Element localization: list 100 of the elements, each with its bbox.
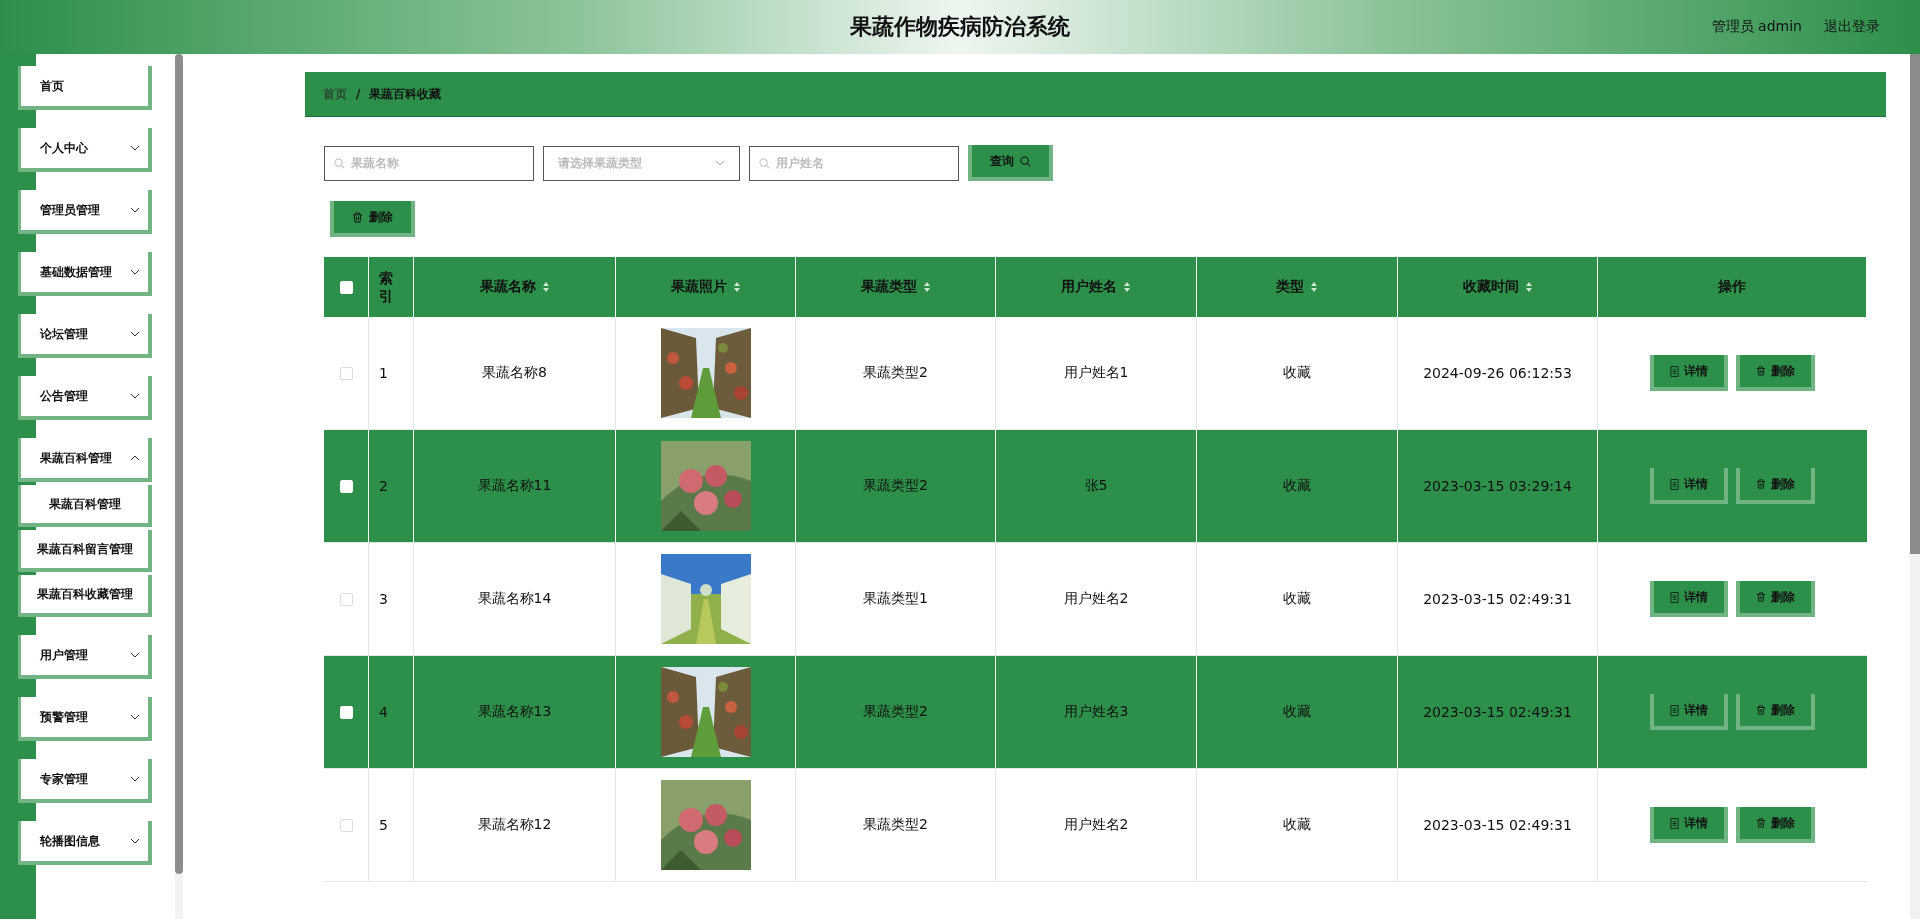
table-cell: 果蔬类型2	[863, 703, 928, 721]
menu-item[interactable]: 公告管理	[18, 376, 152, 420]
delete-button[interactable]: 删除	[330, 201, 415, 237]
trash-icon	[1756, 705, 1766, 715]
menu-item[interactable]: 论坛管理	[18, 314, 152, 358]
trash-icon	[1756, 479, 1766, 489]
logout-link[interactable]: 退出登录	[1824, 18, 1880, 36]
column-header: 果蔬名称	[479, 278, 536, 296]
details-button[interactable]: 详情	[1650, 807, 1728, 843]
menu-item[interactable]: 首页	[18, 66, 152, 110]
sort-icon[interactable]	[1123, 281, 1131, 293]
search-icon	[1020, 155, 1031, 167]
row-checkbox[interactable]	[339, 366, 353, 380]
user-label: 管理员 admin	[1711, 18, 1802, 36]
menu-item[interactable]: 轮播图信息	[18, 821, 152, 865]
table-cell: 果蔬名称13	[477, 703, 552, 721]
table-cell: 用户姓名2	[1063, 816, 1129, 834]
trash-icon	[352, 211, 363, 223]
table-cell: 收藏	[1283, 816, 1311, 834]
submenu-item[interactable]: 果蔬百科留言管理	[18, 530, 152, 572]
table-cell: 用户姓名2	[1063, 590, 1129, 608]
delete-button[interactable]: 删除	[1736, 694, 1815, 730]
menu-item[interactable]: 基础数据管理	[18, 252, 152, 296]
menu-item[interactable]: 专家管理	[18, 759, 152, 803]
query-button[interactable]: 查询	[968, 145, 1053, 181]
caret-icon	[715, 160, 725, 166]
sort-icon[interactable]	[732, 281, 741, 293]
sort-icon[interactable]	[1310, 281, 1318, 293]
search-field[interactable]: 用户姓名	[749, 145, 959, 181]
submenu-item[interactable]: 果蔬百科管理	[18, 485, 152, 527]
caret-icon	[130, 652, 140, 658]
select-all-checkbox[interactable]	[339, 280, 353, 294]
caret-icon	[130, 269, 140, 275]
table-cell: 收藏	[1283, 703, 1311, 721]
page-scrollbar[interactable]	[1910, 54, 1920, 919]
caret-icon	[130, 838, 140, 844]
delete-button[interactable]: 删除	[1736, 807, 1815, 843]
app-title: 果蔬作物疾病防治系统	[850, 13, 1070, 41]
sort-icon[interactable]	[541, 281, 550, 293]
search-icon	[334, 157, 345, 169]
document-icon	[1670, 704, 1679, 716]
table-cell: 2024-09-26 06:12:53	[1423, 365, 1572, 381]
row-checkbox[interactable]	[339, 818, 353, 832]
caret-icon	[130, 455, 140, 461]
table-cell: 果蔬名称12	[477, 816, 552, 834]
column-header: 收藏时间	[1462, 278, 1519, 296]
delete-button[interactable]: 删除	[1736, 581, 1815, 617]
search-field[interactable]: 果蔬名称	[324, 145, 534, 181]
scrollbar[interactable]	[175, 54, 183, 919]
delete-button[interactable]: 删除	[1736, 468, 1815, 504]
table-cell: 3	[379, 591, 388, 607]
sort-icon[interactable]	[922, 281, 931, 293]
column-header: 操作	[1718, 278, 1746, 296]
table-cell: 2023-03-15 02:49:31	[1423, 817, 1572, 833]
breadcrumb-link[interactable]: 果蔬百科收藏	[369, 85, 442, 103]
column-header: 果蔬照片	[670, 278, 727, 296]
table-cell: 1	[379, 365, 388, 381]
table-cell: 收藏	[1283, 590, 1311, 608]
table-cell: 果蔬名称14	[477, 590, 552, 608]
details-button[interactable]: 详情	[1650, 694, 1728, 730]
breadcrumb-separator: /	[356, 87, 361, 101]
delete-button[interactable]: 删除	[1736, 355, 1815, 391]
table-cell: 果蔬名称11	[477, 477, 552, 495]
table-cell: 4	[379, 704, 388, 720]
table-cell: 用户姓名1	[1063, 364, 1129, 382]
document-icon	[1670, 817, 1679, 829]
table-cell: 收藏	[1283, 364, 1311, 382]
row-checkbox[interactable]	[339, 592, 353, 606]
table-cell: 2023-03-15 02:49:31	[1423, 704, 1572, 720]
table-cell: 果蔬类型2	[863, 477, 928, 495]
table-cell: 2	[379, 478, 388, 494]
document-icon	[1670, 478, 1679, 490]
document-icon	[1670, 365, 1679, 377]
menu-item[interactable]: 管理员管理	[18, 190, 152, 234]
caret-icon	[130, 331, 140, 337]
trash-icon	[1756, 592, 1766, 602]
table-cell: 2023-03-15 03:29:14	[1423, 478, 1572, 494]
details-button[interactable]: 详情	[1650, 468, 1728, 504]
submenu-item[interactable]: 果蔬百科收藏管理	[18, 575, 152, 617]
menu-item[interactable]: 果蔬百科管理	[18, 438, 152, 482]
table-cell: 2023-03-15 02:49:31	[1423, 591, 1572, 607]
trash-icon	[1756, 818, 1766, 828]
table-cell: 果蔬类型1	[863, 590, 928, 608]
table-cell: 用户姓名3	[1063, 703, 1129, 721]
sort-icon[interactable]	[1524, 281, 1533, 293]
caret-icon	[130, 207, 140, 213]
details-button[interactable]: 详情	[1650, 581, 1728, 617]
caret-icon	[130, 393, 140, 399]
column-header: 索引	[379, 268, 393, 306]
caret-icon	[130, 145, 140, 151]
table-cell: 5	[379, 817, 388, 833]
details-button[interactable]: 详情	[1650, 355, 1728, 391]
caret-icon	[130, 714, 140, 720]
menu-item[interactable]: 个人中心	[18, 128, 152, 172]
search-icon	[759, 157, 770, 169]
table-cell: 收藏	[1283, 477, 1311, 495]
column-header: 类型	[1276, 278, 1304, 296]
menu-item[interactable]: 预警管理	[18, 697, 152, 741]
menu-item[interactable]: 用户管理	[18, 635, 152, 679]
column-header: 用户姓名	[1061, 278, 1117, 296]
